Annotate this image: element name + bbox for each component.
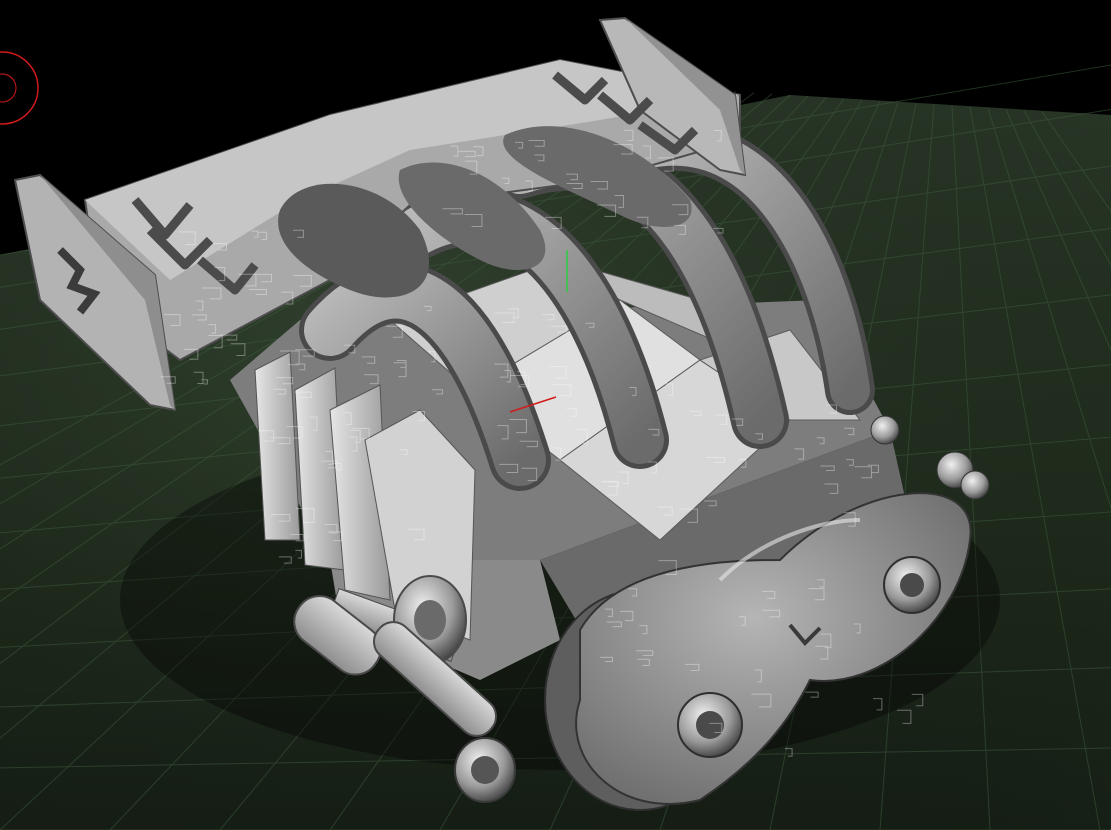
3d-viewport[interactable] bbox=[0, 0, 1111, 830]
bolt-icon bbox=[677, 692, 743, 758]
viewport-canvas[interactable] bbox=[0, 0, 1111, 830]
bolt-icon bbox=[883, 556, 941, 614]
viewport-rotate-gizmo-icon[interactable] bbox=[0, 51, 39, 125]
